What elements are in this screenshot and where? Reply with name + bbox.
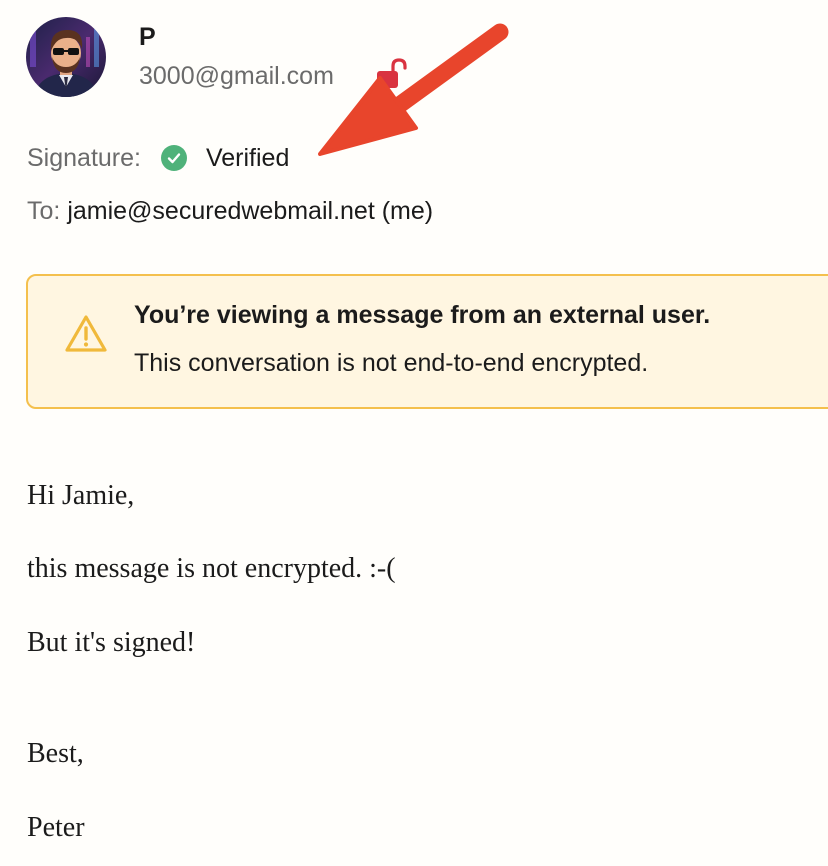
check-circle-icon [160, 145, 187, 171]
body-line: Best, [27, 738, 84, 769]
avatar-icon [26, 17, 106, 97]
body-line: Hi Jamie, [27, 480, 135, 511]
recipient-row: To: jamie@securedwebmail.net (me) [27, 196, 433, 226]
signature-status[interactable]: Verified [206, 144, 289, 173]
sender-email[interactable]: 3000@gmail.com [139, 61, 334, 91]
banner-text: This conversation is not end-to-end encr… [134, 349, 649, 377]
avatar[interactable] [26, 17, 106, 97]
recipient-address[interactable]: jamie@securedwebmail.net (me) [67, 197, 433, 225]
body-line: But it's signed! [27, 627, 196, 658]
warning-icon [65, 315, 107, 352]
signature-row: Signature: Verified [27, 142, 289, 174]
banner-title: You’re viewing a message from an externa… [134, 301, 711, 329]
body-line: Peter [27, 812, 85, 843]
sender-name: P [139, 23, 156, 51]
red-arrow-icon [318, 23, 509, 156]
body-line: this message is not encrypted. :-( [27, 553, 396, 584]
unlocked-padlock-icon[interactable] [375, 58, 409, 90]
recipient-label: To: [27, 197, 61, 225]
signature-label: Signature: [27, 143, 141, 172]
external-user-banner: You’re viewing a message from an externa… [26, 274, 828, 409]
